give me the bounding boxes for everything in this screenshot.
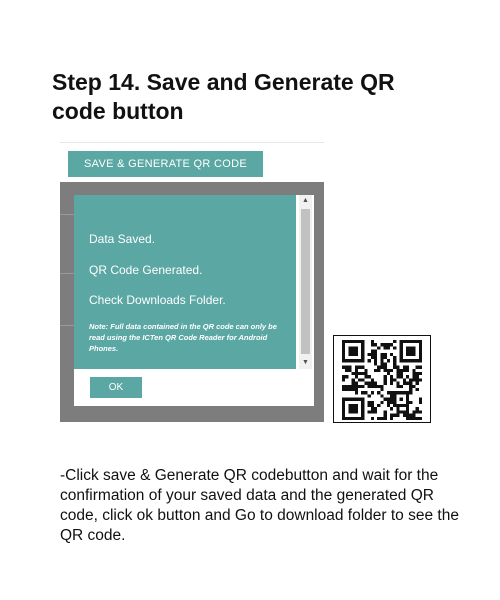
backdrop-divider bbox=[60, 325, 74, 326]
app-screenshot: SAVE & GENERATE QR CODE Data Saved. QR C… bbox=[60, 142, 324, 422]
scroll-up-arrow-icon[interactable]: ▲ bbox=[299, 195, 312, 207]
check-downloads-message: Check Downloads Folder. bbox=[89, 293, 226, 307]
toolbar: SAVE & GENERATE QR CODE bbox=[60, 142, 324, 183]
qr-generated-message: QR Code Generated. bbox=[89, 263, 203, 277]
step-title: Step 14. Save and Generate QR code butto… bbox=[52, 68, 472, 126]
backdrop-divider bbox=[60, 214, 74, 215]
data-saved-message: Data Saved. bbox=[89, 232, 156, 246]
modal-backdrop: Data Saved. QR Code Generated. Check Dow… bbox=[60, 182, 324, 422]
step-description: -Click save & Generate QR codebutton and… bbox=[60, 467, 459, 544]
step-title-line-1: Step 14. Save and Generate QR bbox=[52, 69, 395, 95]
dialog-scrollbar[interactable]: ▲ ▼ bbox=[299, 195, 312, 369]
backdrop-divider bbox=[60, 273, 74, 274]
qr-code-icon bbox=[342, 340, 422, 420]
scroll-down-arrow-icon[interactable]: ▼ bbox=[299, 357, 312, 369]
dialog-note: Note: Full data contained in the QR code… bbox=[89, 322, 277, 353]
confirmation-dialog: Data Saved. QR Code Generated. Check Dow… bbox=[74, 195, 314, 406]
scroll-thumb[interactable] bbox=[301, 209, 310, 354]
qr-code-frame bbox=[333, 335, 431, 423]
save-generate-qr-button[interactable]: SAVE & GENERATE QR CODE bbox=[68, 151, 263, 177]
dialog-body: Data Saved. QR Code Generated. Check Dow… bbox=[74, 195, 296, 369]
step-title-line-2: code button bbox=[52, 98, 184, 124]
ok-button[interactable]: OK bbox=[90, 377, 142, 398]
